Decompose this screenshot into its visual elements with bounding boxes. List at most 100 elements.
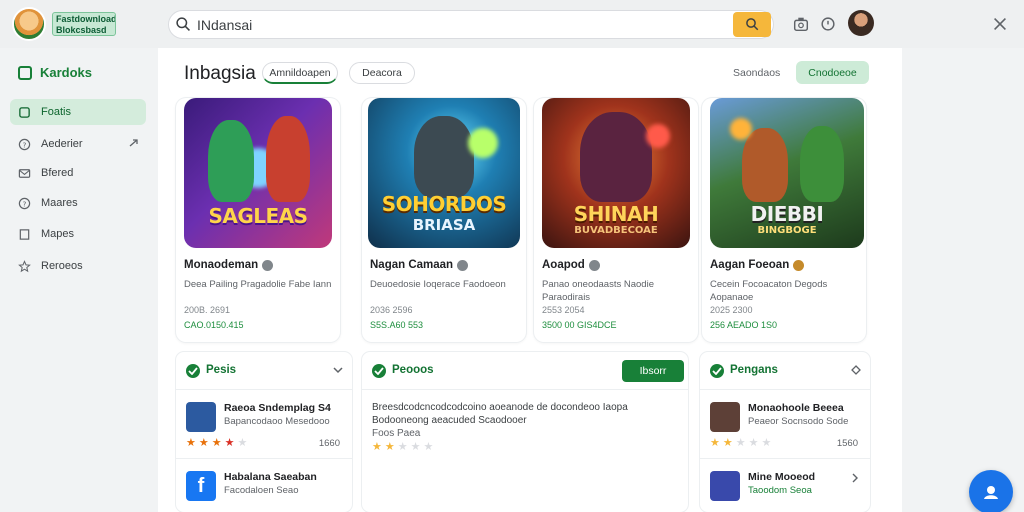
- game-title: Aoapod: [542, 259, 585, 271]
- panel-title: Pesis: [206, 364, 237, 376]
- game-title-row[interactable]: Aagan Foeoan: [710, 259, 805, 271]
- expand-arrow-icon[interactable]: [128, 137, 140, 149]
- sidebar: Kardoks Foatis ? Aederier Bfered ? Maare…: [0, 48, 158, 512]
- game-logo-text: SHINAH: [573, 202, 659, 226]
- game-card[interactable]: SOHORDOS BRIASA Nagan Camaan Deuoedosie …: [362, 98, 526, 342]
- item-title: Monaohoole Beeea: [748, 402, 844, 414]
- svg-text:?: ?: [23, 199, 27, 208]
- game-price: CAO.0150.415: [184, 320, 244, 330]
- game-price: S5S.A60 553: [370, 320, 424, 330]
- game-meta: 2553 2054: [542, 305, 585, 315]
- panel-action-button[interactable]: Ibsorr: [622, 360, 684, 382]
- game-art[interactable]: DIEBBI BINGBOGE: [710, 98, 864, 248]
- app-logo-icon[interactable]: [12, 7, 46, 41]
- star-icon: ★: [735, 437, 746, 449]
- list-item[interactable]: f Habalana Saeaban Facodaloen Seao: [176, 458, 352, 512]
- filter-chip-1[interactable]: Amnildoapen: [262, 62, 338, 84]
- star-icon: ★: [710, 437, 720, 449]
- sidebar-header[interactable]: Kardoks: [18, 65, 92, 80]
- rating-count: 1660: [318, 438, 340, 449]
- sidebar-item-aederier[interactable]: ? Aederier: [10, 131, 146, 157]
- main-content: Inbagsia Amnildoapen Deacora Saondaos Cn…: [158, 48, 902, 512]
- panel-pesis: Pesis Raeoa Sndemplag S4 Bapancodaoo Mes…: [176, 352, 352, 512]
- clock-icon[interactable]: [819, 15, 837, 33]
- help-icon: ?: [18, 197, 31, 209]
- game-description: Cecein Focoacaton Degods Aopanaoe: [710, 279, 828, 303]
- star-icon: ★: [410, 441, 421, 453]
- sidebar-item-maares[interactable]: ? Maares: [10, 190, 146, 216]
- game-art-glow: [468, 128, 498, 158]
- help-chat-button[interactable]: [969, 470, 1013, 512]
- facebook-icon: f: [186, 471, 216, 501]
- app-thumbnail: [710, 471, 740, 501]
- sidebar-item-mapes[interactable]: Mapes: [10, 221, 146, 247]
- sidebar-item-label: Reroeos: [41, 260, 83, 272]
- game-title: Nagan Camaan: [370, 259, 454, 271]
- game-character: [580, 112, 652, 202]
- game-card[interactable]: SAGLEAS Monaodeman Deea Pailing Pragadol…: [176, 98, 340, 342]
- game-logo-text: SAGLEAS: [208, 204, 308, 228]
- search-button-icon: [745, 18, 758, 31]
- search-button[interactable]: [733, 12, 771, 37]
- star-icon: ★: [372, 441, 382, 453]
- game-art[interactable]: SOHORDOS BRIASA: [368, 98, 520, 248]
- game-art-glow: [646, 124, 670, 148]
- panel-peooos: Peooos Ibsorr Breesdcodcncodcodcoino aoe…: [362, 352, 688, 512]
- game-character-left: [208, 120, 254, 202]
- panel-text-line: Foos Paea: [372, 428, 421, 439]
- item-subtitle: Peaeor Socnsodo Sode: [748, 416, 849, 427]
- sidebar-item-bfered[interactable]: Bfered: [10, 160, 146, 186]
- star-icon: ★: [186, 437, 196, 449]
- diamond-icon[interactable]: [850, 364, 862, 376]
- sidebar-item-foatis[interactable]: Foatis: [10, 99, 146, 125]
- filter-chip-2[interactable]: Deacora: [349, 62, 415, 84]
- star-icon: ★: [397, 441, 408, 453]
- game-title-row[interactable]: Nagan Camaan: [370, 259, 469, 271]
- game-title-row[interactable]: Monaodeman: [184, 259, 274, 271]
- brand-logo[interactable]: Fastdownload Blokcsbasd: [52, 12, 116, 36]
- verified-icon: [457, 259, 469, 271]
- star-icon: ★: [224, 437, 235, 449]
- primary-action-button[interactable]: Cnodoeoe: [796, 61, 869, 84]
- game-card[interactable]: DIEBBI BINGBOGE Aagan Foeoan Cecein Foco…: [702, 98, 866, 342]
- list-item[interactable]: Mine Mooeod Taoodom Seoa: [700, 458, 870, 512]
- sidebar-item-reroeos[interactable]: Reroeos: [10, 253, 146, 279]
- mail-icon: [18, 168, 31, 178]
- game-art-glow: [730, 118, 752, 140]
- list-item[interactable]: Monaohoole Beeea Peaeor Socnsodo Sode ★ ★…: [700, 390, 870, 458]
- item-title: Raeoa Sndemplag S4: [224, 402, 331, 414]
- game-logo-subtext: BRIASA: [412, 216, 476, 234]
- game-art[interactable]: SHINAH BUVADBECOAE: [542, 98, 690, 248]
- search-bar[interactable]: [168, 10, 774, 39]
- panel-header[interactable]: Pesis: [176, 352, 352, 390]
- game-art[interactable]: SAGLEAS: [184, 98, 332, 248]
- top-bar: Fastdownload Blokcsbasd: [0, 0, 1024, 48]
- rating-stars: ★ ★ ★ ★ ★: [186, 438, 247, 449]
- star-icon: ★: [748, 437, 759, 449]
- chevron-down-icon[interactable]: [332, 364, 344, 376]
- panel-text-line: Bodooneong aeacuded Scaodooer: [372, 415, 527, 426]
- star-icon: [18, 259, 31, 272]
- svg-text:?: ?: [23, 140, 27, 149]
- game-character: [414, 116, 474, 198]
- sidebar-item-label: Bfered: [41, 167, 74, 179]
- app-thumbnail: [710, 402, 740, 432]
- game-character-right: [800, 126, 844, 202]
- search-icon: [176, 17, 190, 31]
- panel-header[interactable]: Pengans: [700, 352, 870, 390]
- sidebar-title: Kardoks: [40, 65, 93, 80]
- list-item[interactable]: Raeoa Sndemplag S4 Bapancodaoo Mesedooo …: [176, 390, 352, 458]
- game-meta: 2025 2300: [710, 305, 753, 315]
- user-avatar[interactable]: [848, 10, 874, 36]
- search-input[interactable]: [197, 15, 717, 35]
- item-subtitle: Facodaloen Seao: [224, 485, 299, 496]
- game-character-right: [266, 116, 310, 202]
- game-character-left: [742, 128, 788, 202]
- camera-icon[interactable]: [792, 15, 810, 33]
- close-icon[interactable]: [991, 15, 1009, 33]
- game-card[interactable]: SHINAH BUVADBECOAE Aoapod Panao oneodaas…: [534, 98, 698, 342]
- game-title-row[interactable]: Aoapod: [542, 259, 600, 271]
- chevron-right-icon[interactable]: [850, 473, 860, 483]
- secondary-link[interactable]: Saondaos: [733, 67, 780, 79]
- verified-icon: [793, 259, 805, 271]
